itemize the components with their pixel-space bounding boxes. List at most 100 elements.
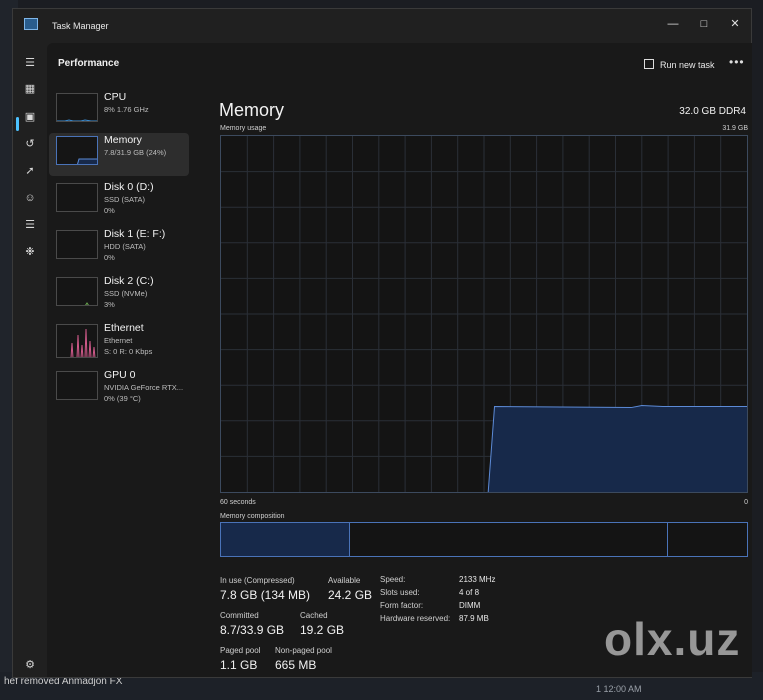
resource-item-disk-2[interactable]: Disk 2 (C:) SSD (NVMe) 3% xyxy=(49,274,189,317)
hardware-reserved-label: Hardware reserved: xyxy=(380,614,451,623)
gpu-0-thumbnail xyxy=(56,371,98,400)
resource-name: CPU xyxy=(104,91,127,103)
disk-2-thumbnail xyxy=(56,277,98,306)
slots-used-label: Slots used: xyxy=(380,588,420,597)
active-indicator xyxy=(16,117,19,131)
time-axis-end: 0 xyxy=(744,499,748,506)
paged-pool-label: Paged pool xyxy=(220,646,261,655)
committed-value: 8.7/33.9 GB xyxy=(220,623,285,637)
cpu-sparkline xyxy=(57,119,97,121)
resource-name: GPU 0 xyxy=(104,369,136,381)
resource-detail: NVIDIA GeForce RTX... xyxy=(104,383,184,392)
resource-throughput: S: 0 R: 0 Kbps xyxy=(104,347,153,356)
memory-usage-chart xyxy=(221,136,747,493)
startup-apps-icon[interactable]: ➚ xyxy=(22,163,38,179)
processes-icon[interactable]: ▦ xyxy=(22,81,38,97)
resource-detail: HDD (SATA) xyxy=(104,242,146,251)
resource-item-disk-1[interactable]: Disk 1 (E: F:) HDD (SATA) 0% xyxy=(49,227,189,270)
navigation-sidebar: ☰ ▦ ▣ ↺ ➚ ☺ ☰ ❉ ⚙ xyxy=(13,43,47,679)
close-button[interactable]: ✕ xyxy=(722,14,748,34)
disk-2-sparkline xyxy=(85,302,89,305)
ethernet-sparkline xyxy=(70,328,96,357)
run-task-icon xyxy=(644,59,654,69)
memory-usage-label: Memory usage xyxy=(220,125,267,132)
memory-capacity: 32.0 GB DDR4 xyxy=(679,106,746,117)
cached-label: Cached xyxy=(300,611,328,620)
details-icon[interactable]: ☰ xyxy=(22,217,38,233)
olx-watermark: olx.uz xyxy=(604,612,740,666)
form-factor-value: DIMM xyxy=(459,601,481,610)
background-footer-meta: 1 12:00 AM xyxy=(596,684,642,694)
slots-used-value: 4 of 8 xyxy=(459,588,480,597)
memory-sparkline xyxy=(77,158,97,164)
resource-item-memory[interactable]: Memory 7.8/31.9 GB (24%) xyxy=(49,133,189,176)
memory-title: Memory xyxy=(219,100,285,120)
hardware-reserved-value: 87.9 MB xyxy=(459,614,489,623)
composition-standby xyxy=(350,523,669,556)
memory-composition-bar xyxy=(220,522,748,557)
non-paged-pool-value: 665 MB xyxy=(275,658,317,672)
resource-percent: 3% xyxy=(104,300,115,309)
watermark-text: olx.uz xyxy=(604,613,741,665)
resource-percent: 0% xyxy=(104,206,115,215)
memory-thumbnail xyxy=(56,136,98,165)
cpu-thumbnail xyxy=(56,93,98,122)
performance-icon[interactable]: ▣ xyxy=(22,109,38,125)
window-title: Task Manager xyxy=(52,21,109,31)
more-options-icon[interactable]: ••• xyxy=(729,55,745,69)
minimize-icon: — xyxy=(667,18,679,30)
maximize-icon: □ xyxy=(700,18,708,30)
services-icon[interactable]: ❉ xyxy=(22,244,38,260)
available-value: 24.2 GB xyxy=(328,588,373,602)
paged-pool-value: 1.1 GB xyxy=(220,658,258,672)
composition-in-use xyxy=(221,523,350,556)
memory-usage-graph xyxy=(220,135,748,493)
memory-usage-max: 31.9 GB xyxy=(722,125,748,132)
cached-value: 19.2 GB xyxy=(300,623,345,637)
speed-label: Speed: xyxy=(380,575,406,584)
resource-detail: Ethernet xyxy=(104,336,133,345)
task-manager-window: Task Manager — □ ✕ ☰ ▦ ▣ ↺ ➚ ☺ ☰ ❉ ⚙ Per… xyxy=(12,8,752,678)
disk-1-thumbnail xyxy=(56,230,98,259)
minimize-button[interactable]: — xyxy=(660,14,686,34)
resource-name: Disk 1 (E: F:) xyxy=(104,228,166,240)
in-use-label: In use (Compressed) xyxy=(220,576,295,585)
resource-detail: SSD (NVMe) xyxy=(104,289,148,298)
resource-item-disk-0[interactable]: Disk 0 (D:) SSD (SATA) 0% xyxy=(49,180,189,223)
ethernet-thumbnail xyxy=(56,324,98,358)
committed-label: Committed xyxy=(220,611,259,620)
run-new-task-button[interactable]: Run new task xyxy=(644,55,715,75)
resource-item-ethernet[interactable]: Ethernet Ethernet S: 0 R: 0 Kbps xyxy=(49,321,189,364)
settings-gear-icon[interactable]: ⚙ xyxy=(22,657,38,673)
form-factor-label: Form factor: xyxy=(380,601,424,610)
resource-item-gpu-0[interactable]: GPU 0 NVIDIA GeForce RTX... 0% (39 °C) xyxy=(49,368,189,411)
available-label: Available xyxy=(328,576,361,585)
resource-name: Ethernet xyxy=(104,322,144,334)
task-manager-app-icon xyxy=(24,18,38,30)
resource-detail: SSD (SATA) xyxy=(104,195,145,204)
hamburger-menu-icon[interactable]: ☰ xyxy=(22,55,38,71)
speed-value: 2133 MHz xyxy=(459,575,496,584)
users-icon[interactable]: ☺ xyxy=(22,190,38,206)
run-new-task-label: Run new task xyxy=(660,60,715,70)
memory-composition-label: Memory composition xyxy=(220,513,285,520)
in-use-value: 7.8 GB (134 MB) xyxy=(220,588,311,602)
resource-percent: 0% xyxy=(104,253,115,262)
resource-percent: 0% (39 °C) xyxy=(104,394,141,403)
app-history-icon[interactable]: ↺ xyxy=(22,136,38,152)
resource-detail: 7.8/31.9 GB (24%) xyxy=(104,148,167,157)
main-content: Performance Run new task ••• CPU 8% 1.76… xyxy=(47,43,752,677)
disk-0-thumbnail xyxy=(56,183,98,212)
resource-name: Disk 2 (C:) xyxy=(104,275,154,287)
close-icon: ✕ xyxy=(730,18,740,30)
resource-name: Memory xyxy=(104,134,142,146)
time-axis-start: 60 seconds xyxy=(220,499,256,506)
maximize-button[interactable]: □ xyxy=(691,14,717,34)
memory-usage-area xyxy=(488,405,747,492)
resource-name: Disk 0 (D:) xyxy=(104,181,154,193)
resource-detail: 8% 1.76 GHz xyxy=(104,105,149,114)
page-title: Performance xyxy=(58,58,120,69)
resource-item-cpu[interactable]: CPU 8% 1.76 GHz xyxy=(49,90,189,133)
non-paged-pool-label: Non-paged pool xyxy=(275,646,332,655)
title-bar[interactable]: Task Manager — □ ✕ xyxy=(13,9,751,43)
